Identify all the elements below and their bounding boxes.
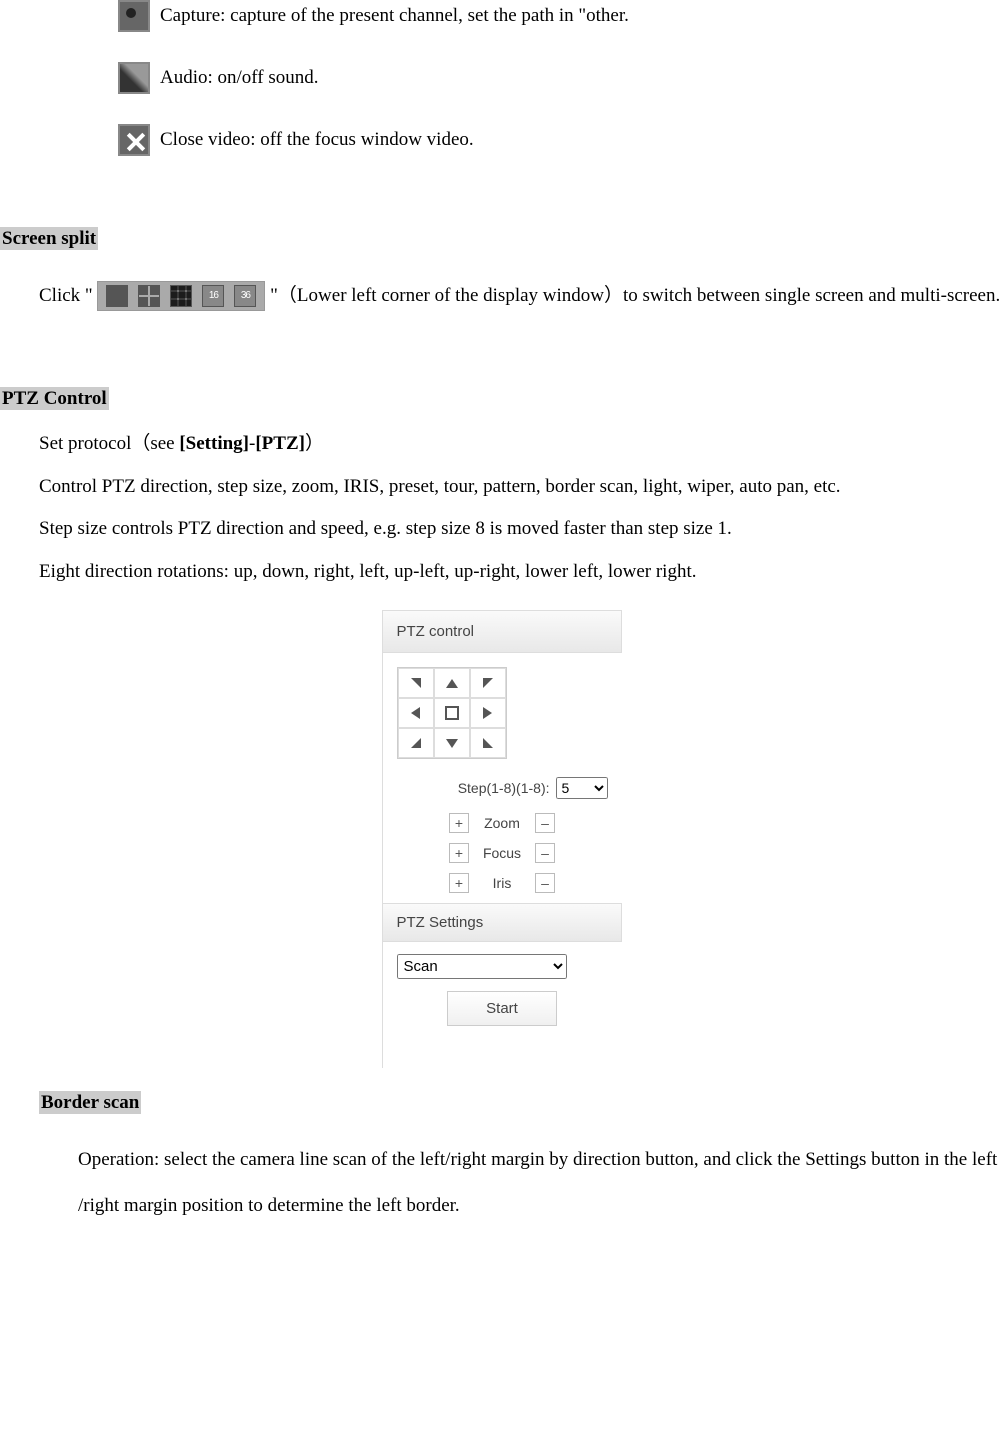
click-prefix: Click " [39,285,93,306]
ptz-settings-title: PTZ Settings [383,903,622,942]
ptz-control-heading: PTZ Control [0,387,109,410]
split-4-icon[interactable] [138,285,160,307]
screen-split-paragraph: Click " 16 36 "（Lower left corner of the… [39,275,1003,317]
ptz-setting-ref: [Setting] [179,433,249,454]
ptz-line1-pre: Set protocol（see [39,433,179,454]
split-9-icon[interactable] [170,285,192,307]
ptz-right-button[interactable] [470,698,506,728]
ptz-line4: Eight direction rotations: up, down, rig… [39,559,1003,586]
border-scan-heading: Border scan [39,1091,141,1114]
focus-minus-button[interactable]: – [535,843,555,863]
zoom-minus-button[interactable]: – [535,813,555,833]
focus-plus-button[interactable]: + [449,843,469,863]
ptz-line3: Step size controls PTZ direction and spe… [39,516,1003,543]
ptz-down-left-button[interactable] [398,728,434,758]
step-label: Step(1-8)(1-8): [458,779,550,799]
split-36-icon[interactable]: 36 [234,285,256,307]
iris-minus-button[interactable]: – [535,873,555,893]
ptz-center-button[interactable] [434,698,470,728]
ptz-line1-post: ） [305,433,324,454]
close-video-icon [118,124,150,156]
iris-plus-button[interactable]: + [449,873,469,893]
screen-split-heading: Screen split [0,227,98,250]
ptz-dpad [397,667,507,759]
step-select[interactable]: 5 [556,777,608,799]
ptz-left-button[interactable] [398,698,434,728]
focus-label: Focus [479,844,525,864]
ptz-panel-title: PTZ control [383,610,622,653]
ptz-panel: PTZ control Step(1-8)(1-8): 5 + [382,610,622,1068]
ptz-ptz-ref: [PTZ] [255,433,305,454]
ptz-line2: Control PTZ direction, step size, zoom, … [39,474,1003,501]
capture-icon [118,0,150,32]
ptz-up-right-button[interactable] [470,668,506,698]
split-16-icon[interactable]: 16 [202,285,224,307]
capture-label: Capture: capture of the present channel,… [160,3,629,30]
click-suffix: "（Lower left corner of the display windo… [270,285,1000,306]
start-button[interactable]: Start [447,991,557,1026]
zoom-label: Zoom [479,814,525,834]
ptz-up-left-button[interactable] [398,668,434,698]
iris-label: Iris [479,874,525,894]
audio-icon [118,62,150,94]
ptz-down-button[interactable] [434,728,470,758]
ptz-up-button[interactable] [434,668,470,698]
audio-label: Audio: on/off sound. [160,65,319,92]
border-scan-body: Operation: select the camera line scan o… [78,1137,1003,1228]
ptz-line1: Set protocol（see [Setting]-[PTZ]） [39,431,1003,458]
ptz-mode-select[interactable]: Scan [397,954,567,979]
split-1-icon[interactable] [106,285,128,307]
close-video-label: Close video: off the focus window video. [160,127,474,154]
ptz-down-right-button[interactable] [470,728,506,758]
zoom-plus-button[interactable]: + [449,813,469,833]
split-toolbar: 16 36 [97,281,265,311]
